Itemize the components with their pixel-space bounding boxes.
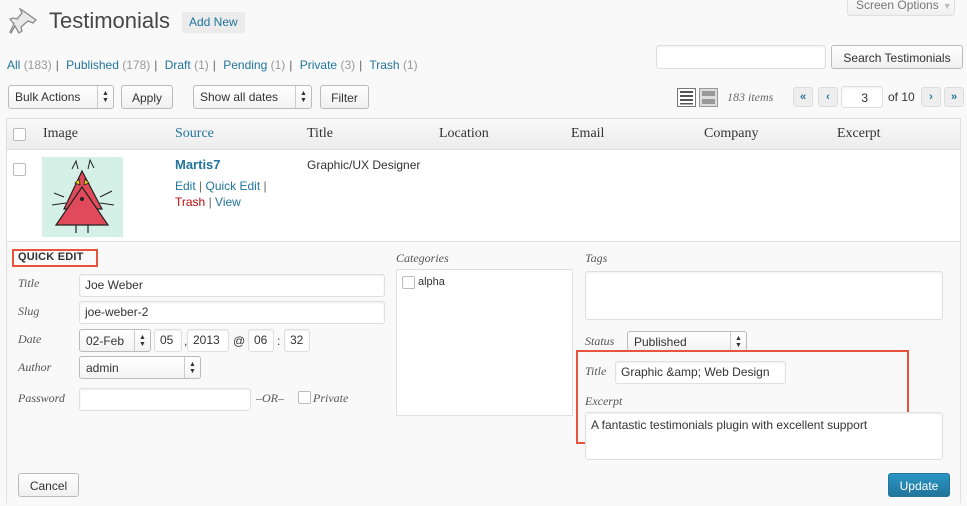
add-new-button[interactable]: Add New (182, 12, 245, 33)
slug-field[interactable]: joe-weber-2 (79, 301, 385, 324)
first-page-button[interactable]: « (793, 87, 813, 107)
status-label: Status (585, 334, 615, 348)
select-arrows-icon: ▲ ▼ (730, 332, 746, 351)
monster-avatar-image (51, 158, 115, 233)
column-title: Title (307, 126, 333, 141)
update-button[interactable]: Update (888, 473, 950, 497)
testimonial-title-field[interactable]: Graphic &amp; Web Design (615, 361, 786, 384)
category-checkbox[interactable] (402, 276, 415, 289)
dates-filter-select[interactable]: Show all dates ▲ ▼ (193, 85, 312, 109)
chevron-down-icon: ▼ (942, 1, 952, 11)
current-page-input[interactable]: 3 (841, 86, 883, 108)
filter-pending[interactable]: Pending (223, 58, 267, 72)
page-title: Testimonials (49, 8, 171, 33)
categories-label: Categories (396, 251, 449, 265)
cancel-button[interactable]: Cancel (18, 473, 79, 497)
private-checkbox[interactable] (298, 391, 311, 404)
excerpt-view-icon[interactable] (699, 88, 718, 107)
screen-options-button[interactable]: Screen Options ▼ (847, 0, 955, 16)
edit-link[interactable]: Edit (175, 179, 196, 193)
date-label: Date (18, 332, 42, 346)
pushpin-icon (8, 7, 38, 35)
month-select[interactable]: 02-Feb ▲ ▼ (79, 329, 151, 352)
or-separator: –OR– (256, 391, 284, 405)
tags-label: Tags (585, 251, 608, 265)
search-testimonials-button[interactable]: Search Testimonials (831, 45, 963, 69)
row-title-value: Graphic/UX Designer (307, 158, 421, 172)
search-input[interactable] (656, 45, 826, 69)
hour-field[interactable]: 06 (248, 329, 274, 352)
column-email: Email (571, 126, 605, 141)
filter-trash[interactable]: Trash (369, 58, 399, 72)
filter-button[interactable]: Filter (320, 85, 369, 109)
bulk-actions-select[interactable]: Bulk Actions ▲ ▼ (8, 85, 114, 109)
categories-checklist (396, 269, 573, 416)
category-label: alpha (418, 276, 445, 288)
row-source-link[interactable]: Martis7 (175, 157, 221, 172)
date-at: @ (233, 334, 246, 348)
items-count: 183 items (727, 90, 774, 104)
apply-button[interactable]: Apply (121, 85, 173, 109)
view-link[interactable]: View (215, 195, 241, 209)
status-filter-links: All (183) | Published (178) | Draft (1) | P… (7, 58, 418, 72)
tags-textarea[interactable] (585, 271, 943, 320)
column-source[interactable]: Source (175, 126, 214, 142)
dates-filter-value: Show all dates (200, 90, 279, 104)
trash-link[interactable]: Trash (175, 195, 205, 209)
bulk-actions-value: Bulk Actions (15, 90, 81, 104)
list-view-icon[interactable] (677, 88, 696, 107)
select-arrows-icon: ▲ ▼ (184, 357, 200, 378)
password-field[interactable] (79, 388, 251, 411)
column-company: Company (704, 126, 759, 141)
status-select[interactable]: Published ▲ ▼ (627, 331, 747, 352)
password-label: Password (18, 391, 65, 405)
row-actions: Edit | Quick Edit | Trash | View (175, 179, 267, 209)
screen-options-label: Screen Options (856, 0, 939, 12)
day-field[interactable]: 05 (154, 329, 182, 352)
time-colon: : (277, 334, 281, 348)
testimonial-thumbnail (42, 157, 123, 237)
excerpt-textarea[interactable]: A fantastic testimonials plugin with exc… (585, 412, 943, 460)
row-checkbox[interactable] (13, 163, 26, 176)
status-value: Published (634, 335, 687, 349)
next-page-button[interactable]: › (921, 87, 941, 107)
filter-draft[interactable]: Draft (165, 58, 191, 72)
prev-page-button[interactable]: ‹ (818, 87, 838, 107)
total-pages: of 10 (888, 90, 915, 104)
select-arrows-icon: ▲ ▼ (97, 86, 113, 108)
private-label: Private (313, 391, 349, 405)
last-page-button[interactable]: » (944, 87, 964, 107)
quick-edit-heading: QUICK EDIT (18, 251, 84, 263)
author-select[interactable]: admin ▲ ▼ (79, 356, 201, 379)
title-field[interactable]: Joe Weber (79, 274, 385, 297)
quick-edit-link[interactable]: Quick Edit (205, 179, 260, 193)
select-arrows-icon: ▲ ▼ (295, 86, 311, 108)
filter-all[interactable]: All (7, 58, 20, 72)
excerpt-label: Excerpt (585, 394, 623, 408)
select-all-checkbox[interactable] (13, 128, 26, 141)
filter-private[interactable]: Private (300, 58, 337, 72)
author-label: Author (18, 360, 52, 374)
author-value: admin (86, 361, 119, 375)
testimonial-title-label: Title (585, 364, 607, 378)
column-excerpt: Excerpt (837, 126, 881, 141)
year-field[interactable]: 2013 (187, 329, 229, 352)
column-image: Image (43, 126, 78, 141)
month-value: 02-Feb (86, 334, 125, 348)
title-label: Title (18, 276, 40, 290)
slug-label: Slug (18, 304, 40, 318)
minute-field[interactable]: 32 (284, 329, 310, 352)
select-arrows-icon: ▲ ▼ (134, 330, 150, 351)
filter-published[interactable]: Published (66, 58, 119, 72)
column-location: Location (439, 126, 489, 141)
